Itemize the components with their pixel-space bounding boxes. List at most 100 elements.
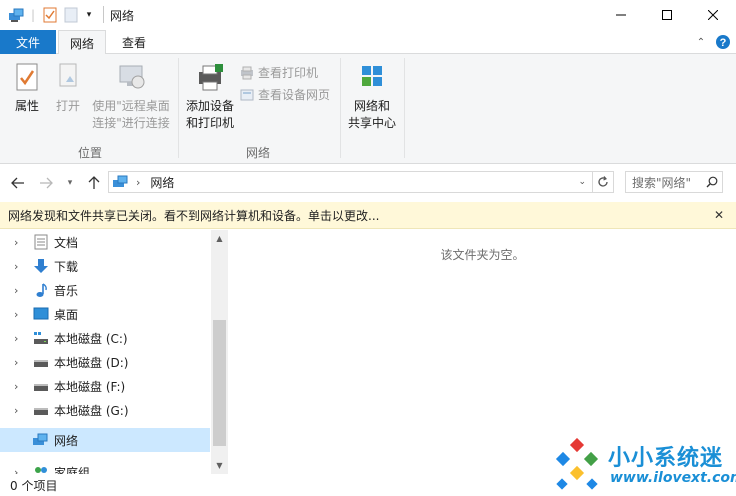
recent-locations-chevron-icon[interactable]: ▾ xyxy=(60,173,80,193)
printer-icon xyxy=(241,66,253,79)
network-sharing-icon xyxy=(362,66,382,86)
address-bar[interactable]: › 网络 ⌄ xyxy=(108,171,593,193)
forward-arrow-icon xyxy=(40,177,53,189)
nav-item-label: 音乐 xyxy=(54,283,79,298)
properties-button[interactable]: 属性 xyxy=(8,62,46,115)
expand-chevron-icon[interactable]: › xyxy=(14,308,28,321)
search-placeholder: 搜索"网络" xyxy=(632,175,692,190)
nav-item-drive-d[interactable]: › 本地磁盘 (D:) xyxy=(0,350,210,374)
group-label-network: 网络 xyxy=(245,146,270,160)
item-count: 0 个项目 xyxy=(10,478,58,493)
qa-separator: | xyxy=(30,8,36,22)
downloads-icon xyxy=(32,257,50,275)
expand-chevron-icon[interactable]: › xyxy=(14,284,28,297)
properties-quick-icon[interactable] xyxy=(40,5,60,25)
maximize-button[interactable] xyxy=(644,0,690,30)
nav-item-label: 文档 xyxy=(54,235,79,250)
add-devices-label-line2: 和打印机 xyxy=(185,116,234,130)
open-button[interactable]: 打开 xyxy=(50,62,86,115)
nav-item-homegroup[interactable]: › 家庭组 xyxy=(0,460,210,475)
navigation-pane: › 文档 › 下载 › 音乐 › 桌面 › 本地磁盘 (C:) › 本地磁盘 (… xyxy=(0,230,210,474)
group-separator xyxy=(178,58,179,158)
breadcrumb-chevron-icon[interactable]: › xyxy=(136,176,140,189)
homegroup-icon xyxy=(32,463,50,474)
nav-item-label: 本地磁盘 (C:) xyxy=(54,331,128,346)
nav-pane-scrollbar[interactable]: ▲ ▼ xyxy=(211,230,228,474)
expand-chevron-icon[interactable]: › xyxy=(14,332,28,345)
watermark-logo-icon xyxy=(555,438,599,490)
expand-chevron-icon[interactable]: › xyxy=(14,466,28,475)
forward-button[interactable] xyxy=(36,173,56,193)
drive-icon xyxy=(32,401,50,419)
navigation-bar: ▾ › 网络 ⌄ 搜索"网络" xyxy=(0,164,736,202)
network-sharing-label-line2: 共享中心 xyxy=(347,116,396,130)
expand-chevron-icon[interactable]: › xyxy=(14,260,28,273)
network-sharing-center-button[interactable]: 网络和 共享中心 xyxy=(344,62,400,132)
nav-item-drive-g[interactable]: › 本地磁盘 (G:) xyxy=(0,398,210,422)
nav-item-label: 本地磁盘 (F:) xyxy=(54,379,126,394)
ribbon-expand-chevron-icon[interactable]: ⌃ xyxy=(692,30,710,54)
watermark-url: www.ilovext.com xyxy=(610,470,736,486)
expand-chevron-icon[interactable]: › xyxy=(14,404,28,417)
back-button[interactable] xyxy=(8,173,28,193)
nav-item-documents[interactable]: › 文档 xyxy=(0,230,210,254)
qa-customize-chevron-icon[interactable]: ▾ xyxy=(82,5,96,25)
maximize-icon xyxy=(662,10,672,20)
remote-desktop-button[interactable]: 使用"远程桌面 连接"进行连接 xyxy=(88,62,174,132)
expand-chevron-icon[interactable]: › xyxy=(14,356,28,369)
nav-item-label: 网络 xyxy=(54,433,79,448)
tab-file[interactable]: 文件 xyxy=(0,30,56,54)
close-button[interactable] xyxy=(690,0,736,30)
watermark: 小小系统迷 www.ilovext.com xyxy=(548,436,736,496)
nav-item-downloads[interactable]: › 下载 xyxy=(0,254,210,278)
nav-item-network[interactable]: 网络 xyxy=(0,428,210,452)
ribbon: 属性 打开 使用"远程桌面 连接"进行连接 位置 添加设备 和打印机 查看打印机… xyxy=(0,54,736,164)
title-separator xyxy=(103,6,104,23)
scroll-thumb[interactable] xyxy=(213,320,226,446)
remote-desktop-label-line2: 连接"进行连接 xyxy=(92,116,170,130)
add-devices-printers-button[interactable]: 添加设备 和打印机 xyxy=(182,62,238,132)
nav-item-desktop[interactable]: › 桌面 xyxy=(0,302,210,326)
up-arrow-icon xyxy=(88,176,100,189)
scroll-down-arrow-icon[interactable]: ▼ xyxy=(211,457,228,474)
up-button[interactable] xyxy=(84,173,104,193)
network-app-icon[interactable] xyxy=(6,5,28,25)
infobar-message[interactable]: 网络发现和文件共享已关闭。看不到网络计算机和设备。单击以更改... xyxy=(8,207,379,224)
view-printers-button[interactable]: 查看打印机 xyxy=(240,64,318,81)
refresh-button[interactable] xyxy=(592,171,614,193)
minimize-button[interactable] xyxy=(598,0,644,30)
drive-icon xyxy=(32,377,50,395)
expand-chevron-icon[interactable]: › xyxy=(14,236,28,249)
documents-icon xyxy=(32,233,50,251)
properties-icon xyxy=(16,63,38,91)
view-device-webpage-button[interactable]: 查看设备网页 xyxy=(240,86,330,103)
scroll-up-arrow-icon[interactable]: ▲ xyxy=(211,230,228,247)
window-title: 网络 xyxy=(110,9,135,23)
expand-chevron-icon[interactable]: › xyxy=(14,380,28,393)
group-separator xyxy=(404,58,405,158)
group-label-location: 位置 xyxy=(77,146,102,160)
add-devices-label-line1: 添加设备 xyxy=(185,99,234,113)
nav-item-drive-f[interactable]: › 本地磁盘 (F:) xyxy=(0,374,210,398)
remote-desktop-label-line1: 使用"远程桌面 xyxy=(92,99,170,113)
svg-text:?: ? xyxy=(720,37,727,49)
empty-folder-message: 该文件夹为空。 xyxy=(440,248,525,262)
nav-item-music[interactable]: › 音乐 xyxy=(0,278,210,302)
breadcrumb-network[interactable]: 网络 xyxy=(150,174,174,191)
close-icon xyxy=(708,10,718,20)
tab-view[interactable]: 查看 xyxy=(110,30,158,54)
open-icon xyxy=(59,63,77,87)
add-printer-icon xyxy=(199,64,223,91)
network-discovery-infobar[interactable]: 网络发现和文件共享已关闭。看不到网络计算机和设备。单击以更改... ✕ xyxy=(0,202,736,229)
nav-item-drive-c[interactable]: › 本地磁盘 (C:) xyxy=(0,326,210,350)
address-dropdown-chevron-icon[interactable]: ⌄ xyxy=(578,177,586,187)
device-webpage-icon xyxy=(240,89,254,100)
new-folder-quick-icon[interactable] xyxy=(62,5,80,25)
infobar-close-icon[interactable]: ✕ xyxy=(714,208,724,222)
search-box[interactable]: 搜索"网络" xyxy=(625,171,723,193)
help-button[interactable]: ? xyxy=(714,30,732,54)
view-printers-label: 查看打印机 xyxy=(258,66,319,80)
nav-item-label: 下载 xyxy=(54,259,79,274)
tab-network[interactable]: 网络 xyxy=(58,30,106,55)
properties-label: 属性 xyxy=(14,99,39,113)
